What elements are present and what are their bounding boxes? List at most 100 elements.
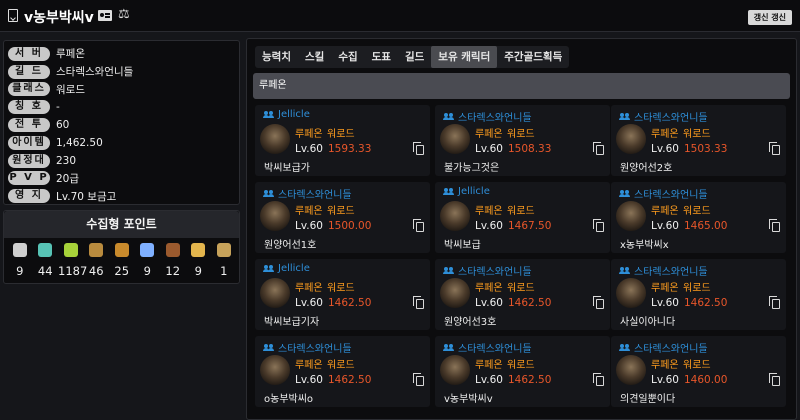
item-level: 1593.33 bbox=[328, 143, 372, 155]
tab-2[interactable]: 수집 bbox=[331, 46, 364, 68]
collection-item[interactable]: 44 bbox=[33, 243, 59, 278]
character-class: 워로드 bbox=[507, 206, 535, 217]
info-label: 원정대 bbox=[8, 153, 50, 168]
character-server: 루페온 bbox=[651, 206, 679, 217]
character-server: 루페온 bbox=[295, 283, 323, 294]
character-card[interactable]: 스타렉스와언니들 루페온 워로드 Lv.60 1503.33 원양어선2호 bbox=[611, 105, 786, 176]
guild-name: Jellicle bbox=[263, 263, 310, 274]
collection-item[interactable]: 12 bbox=[160, 243, 186, 278]
character-class: 워로드 bbox=[683, 283, 711, 294]
tab-6[interactable]: 주간골드획득 bbox=[497, 46, 569, 68]
character-card[interactable]: Jellicle 루페온 워로드 Lv.60 1593.33 박씨보급가 bbox=[255, 105, 430, 176]
copy-icon[interactable] bbox=[413, 219, 424, 232]
character-name: 박씨보급기자 bbox=[264, 317, 320, 328]
guild-name: 스타렉스와언니들 bbox=[263, 340, 352, 355]
info-row: 원정대 230 bbox=[8, 152, 235, 170]
info-label: 영 지 bbox=[8, 189, 50, 204]
collection-item[interactable]: 9 bbox=[7, 243, 33, 278]
guild-members-icon bbox=[263, 265, 274, 272]
character-card[interactable]: Jellicle 루페온 워로드 Lv.60 1462.50 박씨보급기자 bbox=[255, 259, 430, 330]
character-card[interactable]: 스타렉스와언니들 루페온 워로드 Lv.60 1508.33 불가능그것은 bbox=[435, 105, 610, 176]
tab-0[interactable]: 능력치 bbox=[255, 46, 298, 68]
info-row: 클래스 워로드 bbox=[8, 81, 235, 99]
scale-icon[interactable]: ⚖ bbox=[118, 8, 130, 21]
character-level: Lv.60 bbox=[651, 143, 679, 155]
collection-item[interactable]: 1 bbox=[211, 243, 237, 278]
copy-icon[interactable] bbox=[593, 142, 604, 155]
copy-icon[interactable] bbox=[593, 296, 604, 309]
guild-name: 스타렉스와언니들 bbox=[443, 263, 532, 278]
item-level: 1460.00 bbox=[684, 374, 728, 386]
collection-item[interactable]: 46 bbox=[84, 243, 110, 278]
character-name: 원양어선3호 bbox=[444, 317, 497, 328]
copy-icon[interactable] bbox=[593, 373, 604, 386]
guild-name: 스타렉스와언니들 bbox=[263, 186, 352, 201]
collection-icons: 9 44 1187 46 25 9 12 9 1 bbox=[7, 243, 237, 278]
character-card[interactable]: 스타렉스와언니들 루페온 워로드 Lv.60 1500.00 원양어선1호 bbox=[255, 182, 430, 253]
tab-5[interactable]: 보유 캐릭터 bbox=[431, 46, 498, 68]
ignea-token-icon bbox=[165, 243, 180, 257]
character-name: x농부박씨x bbox=[620, 240, 669, 251]
guild-members-icon bbox=[443, 267, 454, 274]
info-label: 길 드 bbox=[8, 64, 50, 79]
info-label: 클래스 bbox=[8, 82, 50, 97]
character-server: 루페온 bbox=[295, 129, 323, 140]
character-server: 루페온 bbox=[295, 360, 323, 371]
character-card[interactable]: 스타렉스와언니들 루페온 워로드 Lv.60 1462.50 v농부박씨v bbox=[435, 336, 610, 407]
character-card[interactable]: 스타렉스와언니들 루페온 워로드 Lv.60 1462.50 사실이아니다 bbox=[611, 259, 786, 330]
character-class: 워로드 bbox=[683, 206, 711, 217]
info-row: P V P 20급 bbox=[8, 170, 235, 188]
copy-icon[interactable] bbox=[593, 219, 604, 232]
collection-item[interactable]: 1187 bbox=[58, 243, 87, 278]
copy-icon[interactable] bbox=[413, 373, 424, 386]
character-card[interactable]: 스타렉스와언니들 루페온 워로드 Lv.60 1462.50 o농부박씨o bbox=[255, 336, 430, 407]
copy-icon[interactable] bbox=[769, 296, 780, 309]
great-art-icon bbox=[114, 243, 129, 257]
copy-icon[interactable] bbox=[413, 142, 424, 155]
character-server: 루페온 bbox=[475, 283, 503, 294]
guild-label: 스타렉스와언니들 bbox=[278, 190, 352, 201]
id-card-icon[interactable] bbox=[98, 10, 112, 21]
character-level: Lv.60 bbox=[295, 220, 323, 232]
character-name: 원양어선2호 bbox=[620, 163, 673, 174]
character-info-panel: 서 버 루페온 길 드 스타렉스와언니들 클래스 워로드 칭 호-전 투 60 아이템 1,462… bbox=[3, 40, 240, 205]
collection-item[interactable]: 9 bbox=[186, 243, 212, 278]
character-card[interactable]: 스타렉스와언니들 루페온 워로드 Lv.60 1465.00 x농부박씨x bbox=[611, 182, 786, 253]
character-level: Lv.60 bbox=[295, 374, 323, 386]
character-level: Lv.60 bbox=[295, 143, 323, 155]
character-class: 워로드 bbox=[507, 360, 535, 371]
guild-name: 스타렉스와언니들 bbox=[619, 186, 708, 201]
character-card[interactable]: Jellicle 루페온 워로드 Lv.60 1467.50 박씨보급 bbox=[435, 182, 610, 253]
character-avatar bbox=[616, 124, 646, 154]
item-level: 1467.50 bbox=[508, 220, 552, 232]
character-level: Lv.60 bbox=[475, 297, 503, 309]
character-card[interactable]: 스타렉스와언니들 루페온 워로드 Lv.60 1462.50 원양어선3호 bbox=[435, 259, 610, 330]
tab-3[interactable]: 도표 bbox=[365, 46, 398, 68]
collection-item[interactable]: 9 bbox=[135, 243, 161, 278]
copy-icon[interactable] bbox=[769, 219, 780, 232]
character-avatar bbox=[260, 124, 290, 154]
info-row: 전 투 60 bbox=[8, 116, 235, 134]
character-class: 워로드 bbox=[327, 206, 355, 217]
character-name: 불가능그것은 bbox=[444, 163, 500, 174]
tab-4[interactable]: 길드 bbox=[398, 46, 431, 68]
character-card[interactable]: 스타렉스와언니들 루페온 워로드 Lv.60 1460.00 의견일뿐이다 bbox=[611, 336, 786, 407]
info-value: 60 bbox=[56, 119, 70, 132]
tab-1[interactable]: 스킬 bbox=[298, 46, 331, 68]
guild-label: Jellicle bbox=[278, 263, 310, 274]
copy-icon[interactable] bbox=[413, 296, 424, 309]
info-row: 칭 호- bbox=[8, 98, 235, 116]
collection-item[interactable]: 25 bbox=[109, 243, 135, 278]
item-level: 1465.00 bbox=[684, 220, 728, 232]
bookmark-icon[interactable] bbox=[8, 9, 18, 22]
character-server: 루페온 bbox=[651, 360, 679, 371]
copy-icon[interactable] bbox=[769, 373, 780, 386]
character-avatar bbox=[440, 355, 470, 385]
refresh-button[interactable]: 갱신 갱신 bbox=[747, 10, 792, 25]
guild-label: 스타렉스와언니들 bbox=[458, 267, 532, 278]
character-name: o농부박씨o bbox=[264, 394, 314, 405]
guild-name: 스타렉스와언니들 bbox=[619, 263, 708, 278]
mokoko-sprout-icon bbox=[63, 243, 78, 257]
copy-icon[interactable] bbox=[769, 142, 780, 155]
item-level: 1462.50 bbox=[328, 374, 372, 386]
